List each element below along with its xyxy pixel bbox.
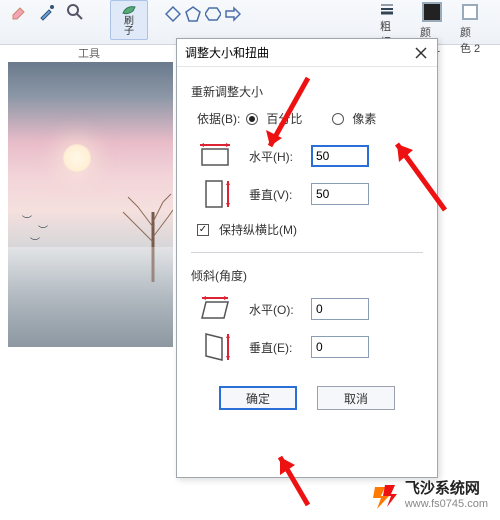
watermark: 飞沙系统网 www.fs0745.com <box>371 481 488 510</box>
pentagon-icon <box>185 6 201 22</box>
eraser-icon[interactable] <box>10 3 28 21</box>
resize-horizontal-input[interactable] <box>311 145 369 167</box>
radio-pixels-label: 像素 <box>352 110 376 127</box>
watermark-logo-icon <box>371 483 397 509</box>
dialog-body: 重新调整大小 依据(B): 百分比 像素 水平(H): 垂直(V): ✓ 保 <box>177 67 437 420</box>
radio-percent-label: 百分比 <box>266 110 302 127</box>
skew-horizontal-input[interactable] <box>311 298 369 320</box>
ribbon-tool-icons <box>10 3 84 21</box>
dialog-titlebar: 调整大小和扭曲 <box>177 39 437 67</box>
color1-swatch[interactable] <box>422 2 442 22</box>
brush-dropdown[interactable]: 刷 子 <box>110 0 148 40</box>
skew-vertical-icon <box>197 332 233 362</box>
horizontal-o-label: 水平(O): <box>249 301 305 318</box>
by-label: 依据(B): <box>197 110 240 127</box>
resize-horizontal-icon <box>197 141 233 171</box>
vertical-v-label: 垂直(V): <box>249 186 305 203</box>
color2-label: 颜 色 2 <box>460 24 480 56</box>
group-label-tools: 工具 <box>78 45 100 61</box>
horizontal-h-label: 水平(H): <box>249 148 305 165</box>
ok-label: 确定 <box>246 390 270 407</box>
skew-group-title: 倾斜(角度) <box>191 267 423 284</box>
sun <box>63 144 91 172</box>
ok-button[interactable]: 确定 <box>219 386 297 410</box>
separator <box>191 252 423 253</box>
watermark-name: 飞沙系统网 <box>405 481 488 498</box>
skew-vertical-input[interactable] <box>311 336 369 358</box>
close-icon <box>415 47 427 59</box>
brush-label: 刷 子 <box>124 17 134 37</box>
resize-skew-dialog: 调整大小和扭曲 重新调整大小 依据(B): 百分比 像素 水平(H): 垂直(V <box>176 38 438 478</box>
resize-vertical-icon <box>197 179 233 209</box>
magnifier-icon[interactable] <box>66 3 84 21</box>
close-button[interactable] <box>411 43 431 63</box>
diamond-icon <box>165 6 181 22</box>
cancel-button[interactable]: 取消 <box>317 386 395 410</box>
resize-vertical-input[interactable] <box>311 183 369 205</box>
hexagon-icon <box>205 6 221 22</box>
thickness-icon[interactable] <box>380 2 394 16</box>
vertical-e-label: 垂直(E): <box>249 339 305 356</box>
skew-horizontal-icon <box>197 294 233 324</box>
color2-swatch[interactable] <box>462 4 478 20</box>
cancel-label: 取消 <box>344 390 368 407</box>
shapes-gallery[interactable] <box>165 6 241 22</box>
arrow-right-icon <box>225 6 241 22</box>
bird: ︶ <box>22 212 32 227</box>
radio-percent[interactable] <box>246 113 258 125</box>
keep-ratio-label: 保持纵横比(M) <box>219 221 297 238</box>
resize-group-title: 重新调整大小 <box>191 83 423 100</box>
canvas-image[interactable]: ︶ ︶ ︶ <box>8 62 173 347</box>
water-reflection <box>8 247 173 347</box>
color-picker-icon[interactable] <box>38 3 56 21</box>
radio-pixels[interactable] <box>332 113 344 125</box>
keep-ratio-checkbox[interactable]: ✓ <box>197 224 209 236</box>
dialog-title: 调整大小和扭曲 <box>185 44 269 61</box>
brush-icon <box>121 3 137 17</box>
watermark-url: www.fs0745.com <box>405 498 488 510</box>
